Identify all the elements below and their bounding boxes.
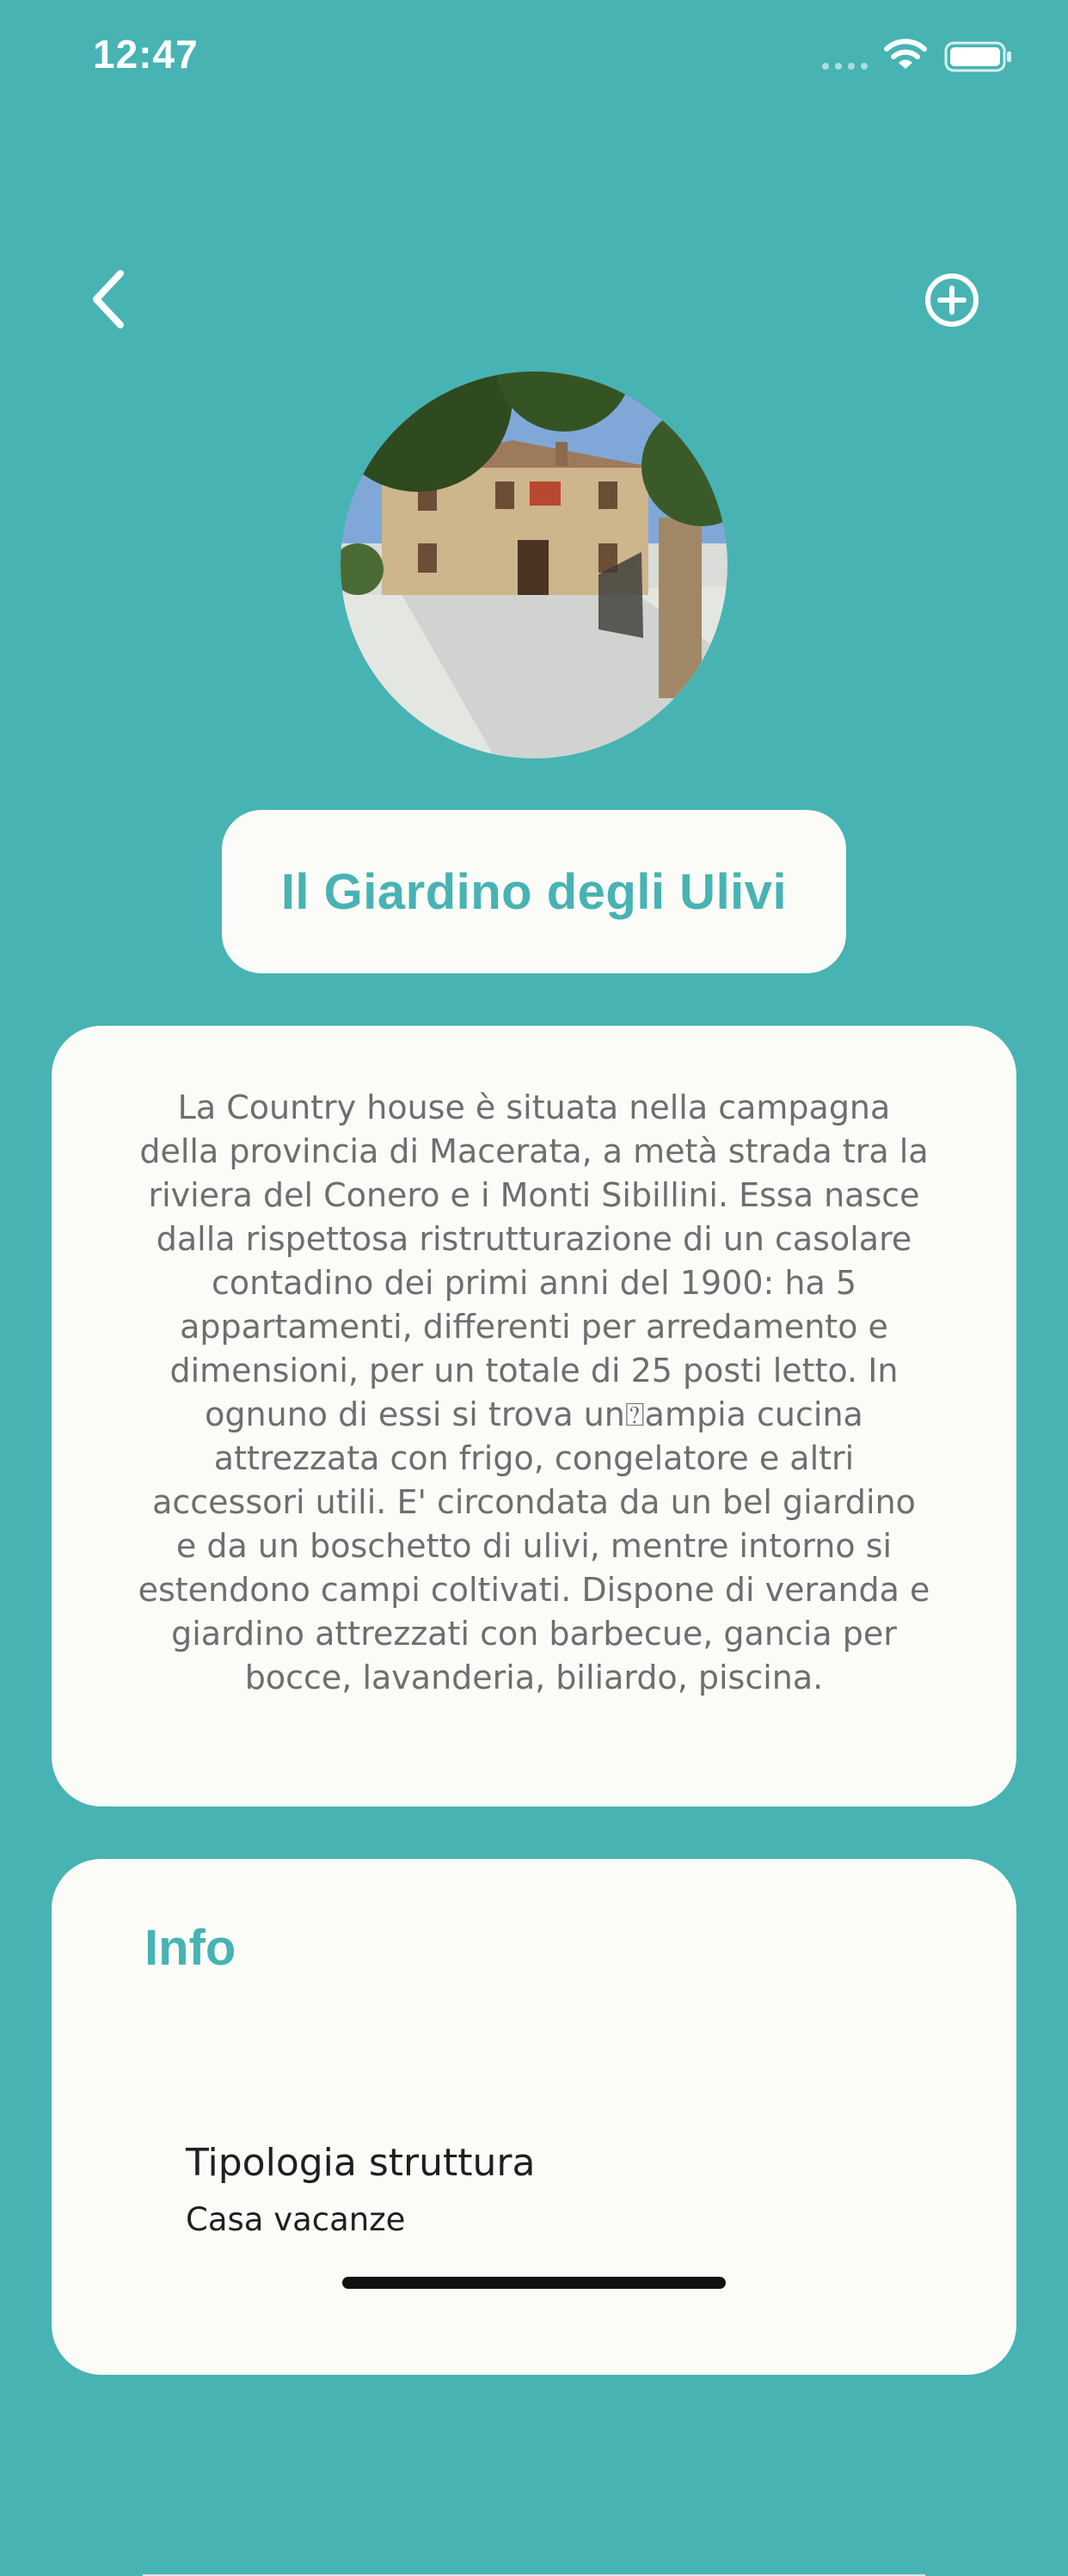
- home-indicator[interactable]: [342, 2277, 726, 2289]
- property-photo: [341, 371, 727, 758]
- plus-circle-icon: [925, 273, 979, 327]
- status-bar: 12:47: [0, 0, 1068, 120]
- property-description: La Country house è situata nella campagn…: [138, 1089, 930, 1696]
- chevron-left-icon: [93, 270, 124, 328]
- property-name: Il Giardino degli Ulivi: [280, 863, 788, 920]
- description-card: La Country house è situata nella campagn…: [52, 1026, 1016, 1806]
- property-name-badge: Il Giardino degli Ulivi: [222, 810, 846, 973]
- info-row-value: Casa vacanze: [186, 2201, 406, 2238]
- info-card: Info Tipologia struttura Casa vacanze: [52, 1859, 1016, 2576]
- back-button[interactable]: [84, 267, 136, 332]
- info-heading: Info: [144, 1920, 236, 1976]
- status-time: 12:47: [93, 32, 199, 77]
- info-row-label: Tipologia struttura: [186, 2141, 536, 2185]
- info-row-tipologia[interactable]: Tipologia struttura Casa vacanze: [143, 2134, 925, 2576]
- add-button[interactable]: [924, 272, 980, 328]
- battery-icon: [944, 41, 1011, 72]
- wifi-icon: [884, 39, 927, 69]
- signal-icon: [822, 63, 868, 70]
